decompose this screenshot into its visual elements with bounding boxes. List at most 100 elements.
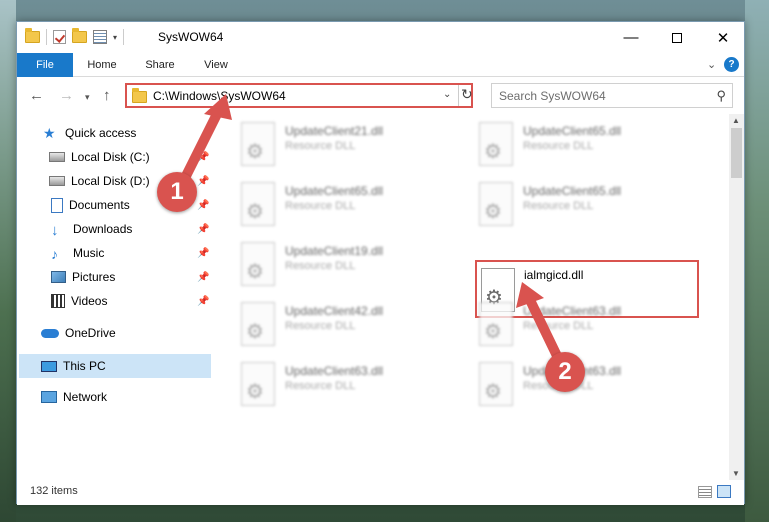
file-item[interactable]: UpdateClient19.dll Resource DLL <box>241 242 466 298</box>
scroll-down-icon[interactable]: ▼ <box>732 469 740 478</box>
pictures-icon <box>51 271 66 283</box>
ribbon-tabs: File Home Share View ⌄ ? <box>17 53 744 77</box>
file-item[interactable]: UpdateClient21.dll Resource DLL <box>241 122 466 178</box>
refresh-icon[interactable]: ↻ <box>461 86 473 103</box>
sidebar-item-local-disk-c[interactable]: Local Disk (C:) <box>49 146 211 168</box>
sidebar-item-label: Pictures <box>72 270 116 284</box>
file-item[interactable]: UpdateClient65.dll Resource DLL <box>479 122 704 178</box>
address-bar[interactable]: C:\Windows\SysWOW64 ⌄ ↻ <box>125 83 473 108</box>
file-item[interactable]: UpdateClient65.dll Resource DLL <box>479 182 704 238</box>
onedrive-icon <box>41 328 59 338</box>
recent-locations-chevron-icon[interactable]: ▾ <box>85 92 90 103</box>
large-icons-view-icon[interactable] <box>717 485 731 498</box>
folder-icon <box>25 28 40 43</box>
pin-icon[interactable]: 📌 <box>197 224 209 235</box>
file-type: Resource DLL <box>285 260 356 272</box>
sidebar-item-network[interactable]: Network <box>41 386 107 408</box>
tab-file[interactable]: File <box>17 53 73 77</box>
minimize-icon: — <box>623 29 639 46</box>
sidebar-item-label: Local Disk (D:) <box>71 174 150 188</box>
star-icon: ★ <box>43 125 56 141</box>
sidebar-item-onedrive[interactable]: OneDrive <box>41 322 116 344</box>
pin-icon[interactable]: 📌 <box>197 152 209 163</box>
file-item[interactable]: UpdateClient63.dll Resource DLL <box>479 302 704 358</box>
minimize-button[interactable]: — <box>608 22 654 53</box>
file-explorer-window: ▾ SysWOW64 — ✕ File Home Share View ⌄ ? … <box>16 21 745 505</box>
sidebar-item-videos[interactable]: Videos <box>51 290 107 312</box>
vertical-scrollbar[interactable]: ▲ ▼ <box>729 114 744 480</box>
address-divider <box>458 85 459 106</box>
file-item[interactable]: UpdateClient63.dll Resource DLL <box>241 362 466 418</box>
search-placeholder: Search SysWOW64 <box>499 89 606 103</box>
sidebar-item-music[interactable]: ♪ Music <box>51 242 104 264</box>
close-icon: ✕ <box>716 29 730 47</box>
forward-arrow-icon[interactable]: → <box>59 87 74 104</box>
up-arrow-icon[interactable]: ↑ <box>103 87 111 104</box>
dll-file-icon <box>241 242 275 286</box>
file-name: UpdateClient65.dll <box>523 184 622 198</box>
sidebar-item-this-pc[interactable]: This PC <box>19 354 211 378</box>
sidebar-item-label: Network <box>63 390 108 404</box>
dll-file-icon <box>479 362 513 406</box>
navigation-bar: ← → ▾ ↑ C:\Windows\SysWOW64 ⌄ ↻ Search S… <box>17 77 744 114</box>
back-arrow-icon[interactable]: ← <box>29 87 44 104</box>
address-path[interactable]: C:\Windows\SysWOW64 <box>153 89 286 103</box>
file-type: Resource DLL <box>523 140 594 152</box>
desktop-background-left <box>0 0 16 522</box>
search-input[interactable]: Search SysWOW64 ⚲ <box>491 83 733 108</box>
new-folder-icon[interactable] <box>72 28 87 43</box>
properties-check-icon[interactable] <box>53 30 66 44</box>
desktop-background-right <box>745 0 769 522</box>
pin-icon[interactable]: 📌 <box>197 248 209 259</box>
dll-file-icon <box>241 182 275 226</box>
downloads-icon: ↓ <box>51 222 59 239</box>
expand-ribbon-icon[interactable]: ⌄ <box>707 58 716 71</box>
sidebar-item-label: Local Disk (C:) <box>71 150 150 164</box>
dll-file-icon <box>479 302 513 346</box>
file-name: UpdateClient65.dll <box>285 184 384 198</box>
toolbar-divider <box>123 29 125 45</box>
file-item[interactable]: UpdateClient42.dll Resource DLL <box>241 302 466 358</box>
sidebar-item-label: Quick access <box>65 126 137 140</box>
status-bar: 132 items <box>17 480 744 505</box>
close-button[interactable]: ✕ <box>700 22 746 53</box>
step-marker-2: 2 <box>545 352 585 392</box>
tab-share[interactable]: Share <box>135 53 185 77</box>
pin-icon[interactable]: 📌 <box>197 272 209 283</box>
title-bar: ▾ SysWOW64 — ✕ <box>17 22 744 53</box>
window-title: SysWOW64 <box>158 30 224 44</box>
pin-icon[interactable]: 📌 <box>197 176 209 187</box>
sidebar-item-downloads[interactable]: ↓ Downloads <box>51 218 132 240</box>
file-item[interactable]: UpdateClient63.dll Resource DLL <box>479 362 704 418</box>
file-item[interactable]: UpdateClient65.dll Resource DLL <box>241 182 466 238</box>
sidebar-item-pictures[interactable]: Pictures <box>51 266 115 288</box>
customize-toolbar-icon[interactable] <box>93 30 107 44</box>
file-name: UpdateClient19.dll <box>285 244 384 258</box>
maximize-button[interactable] <box>654 22 700 53</box>
pin-icon[interactable]: 📌 <box>197 200 209 211</box>
step-marker-1: 1 <box>157 172 197 212</box>
disk-icon <box>49 176 65 186</box>
help-icon[interactable]: ? <box>724 57 739 72</box>
tab-home[interactable]: Home <box>77 53 127 77</box>
file-type: Resource DLL <box>285 200 356 212</box>
sidebar-item-local-disk-d[interactable]: Local Disk (D:) <box>49 170 150 192</box>
scrollbar-thumb[interactable] <box>731 128 742 178</box>
sidebar-item-label: OneDrive <box>65 326 116 340</box>
address-dropdown-icon[interactable]: ⌄ <box>443 89 451 100</box>
sidebar-item-label: Documents <box>69 198 130 212</box>
scroll-up-icon[interactable]: ▲ <box>732 116 740 125</box>
sidebar-item-quick-access[interactable]: ★ Quick access <box>43 122 136 144</box>
chevron-down-icon[interactable]: ▾ <box>113 33 117 42</box>
sidebar-item-documents[interactable]: Documents <box>51 194 130 216</box>
pin-icon[interactable]: 📌 <box>197 296 209 307</box>
dll-file-icon <box>479 122 513 166</box>
sidebar-item-label: Music <box>73 246 105 260</box>
file-type: Resource DLL <box>285 380 356 392</box>
file-name: UpdateClient21.dll <box>285 124 384 138</box>
details-view-icon[interactable] <box>698 486 712 498</box>
file-list: UpdateClient21.dll Resource DLL UpdateCl… <box>213 114 727 480</box>
sidebar-item-label: Videos <box>71 294 108 308</box>
tab-view[interactable]: View <box>193 53 239 77</box>
file-type: Resource DLL <box>285 320 356 332</box>
